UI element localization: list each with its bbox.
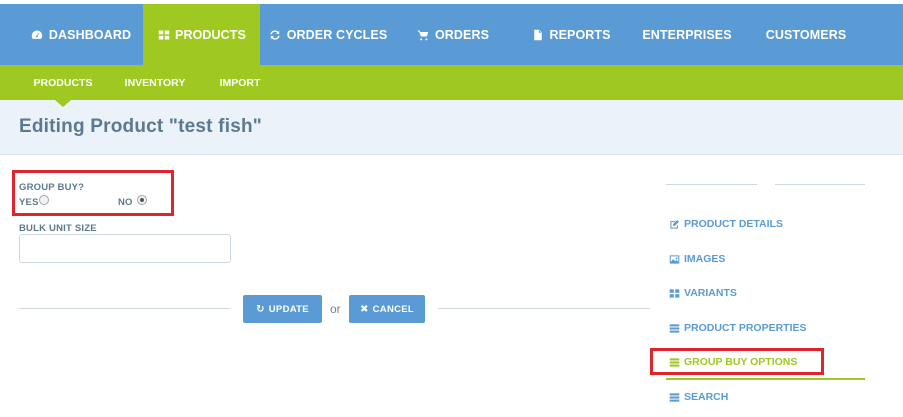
title-band: Editing Product "test fish" <box>0 100 903 155</box>
sidebar-item-variants[interactable]: VARIANTS <box>668 287 737 299</box>
group-buy-highlight <box>12 170 174 216</box>
nav-customers-label: CUSTOMERS <box>765 27 847 42</box>
sidebar-divider-2 <box>775 184 865 185</box>
refresh-icon <box>269 28 282 41</box>
sidebar-item-label: PRODUCT DETAILS <box>684 218 783 230</box>
nav-order-cycles[interactable]: ORDER CYCLES <box>262 4 394 65</box>
top-nav: DASHBOARD PRODUCTS ORDER CYCLES ORDERS R… <box>0 4 903 65</box>
list-icon <box>668 356 680 368</box>
sidebar-divider-1 <box>666 184 757 185</box>
file-icon <box>531 28 544 41</box>
group-buy-no-label: NO <box>118 197 133 208</box>
sidebar-item-search[interactable]: SEARCH <box>668 391 728 403</box>
grid-icon <box>668 287 680 299</box>
bulk-unit-size-label: BULK UNIT SIZE <box>19 223 97 234</box>
sub-nav: PRODUCTS INVENTORY IMPORT <box>0 65 903 100</box>
nav-reports[interactable]: REPORTS <box>512 4 630 65</box>
nav-dashboard-label: DASHBOARD <box>48 27 132 42</box>
cancel-button-label: CANCEL <box>372 303 415 315</box>
nav-products-label: PRODUCTS <box>175 27 246 42</box>
nav-reports-label: REPORTS <box>549 27 611 42</box>
subnav-products[interactable]: PRODUCTS <box>26 65 100 100</box>
group-buy-no-radio[interactable] <box>137 195 147 205</box>
nav-enterprises-label: ENTERPRISES <box>642 27 732 42</box>
list-icon <box>668 391 680 403</box>
subnav-import[interactable]: IMPORT <box>210 65 270 100</box>
sidebar-item-label: SEARCH <box>684 391 729 403</box>
group-buy-label: GROUP BUY? <box>19 182 85 193</box>
dashboard-icon <box>31 28 44 41</box>
sidebar-item-product-details[interactable]: PRODUCT DETAILS <box>668 218 783 230</box>
cancel-button[interactable]: ✖ CANCEL <box>349 295 425 323</box>
cart-icon <box>417 28 430 41</box>
subnav-import-label: IMPORT <box>219 76 261 89</box>
divider-right <box>438 308 650 309</box>
grid-icon <box>157 28 170 41</box>
group-buy-yes-radio[interactable] <box>39 195 49 205</box>
page-title: Editing Product "test fish" <box>19 116 262 137</box>
update-button-label: UPDATE <box>268 303 309 315</box>
sidebar-item-label: VARIANTS <box>684 287 737 299</box>
active-item-underline <box>666 378 865 380</box>
subnav-inventory-label: INVENTORY <box>124 76 186 89</box>
list-icon <box>668 322 680 334</box>
nav-customers[interactable]: CUSTOMERS <box>750 4 862 65</box>
edit-icon <box>668 218 680 230</box>
subnav-products-label: PRODUCTS <box>33 76 93 89</box>
sidebar-item-images[interactable]: IMAGES <box>668 253 725 265</box>
nav-enterprises[interactable]: ENTERPRISES <box>632 4 742 65</box>
group-buy-yes-label: YES <box>19 197 39 208</box>
nav-dashboard[interactable]: DASHBOARD <box>20 4 142 65</box>
nav-products[interactable]: PRODUCTS <box>143 4 260 65</box>
bulk-unit-size-input[interactable] <box>19 234 231 263</box>
sidebar-item-group-buy-options[interactable]: GROUP BUY OPTIONS <box>668 356 797 368</box>
subnav-inventory[interactable]: INVENTORY <box>118 65 192 100</box>
divider-left <box>19 308 230 309</box>
or-text: or <box>330 302 341 316</box>
sidebar-item-label: GROUP BUY OPTIONS <box>684 356 798 368</box>
picture-icon <box>668 253 680 265</box>
update-button[interactable]: ↻ UPDATE <box>243 295 322 323</box>
refresh-icon: ↻ <box>256 303 265 315</box>
active-tab-caret <box>55 100 71 107</box>
nav-order-cycles-label: ORDER CYCLES <box>286 27 388 42</box>
nav-orders-label: ORDERS <box>434 27 490 42</box>
sidebar-item-product-properties[interactable]: PRODUCT PROPERTIES <box>668 322 807 334</box>
sidebar-item-label: PRODUCT PROPERTIES <box>684 322 807 334</box>
nav-orders[interactable]: ORDERS <box>396 4 510 65</box>
close-icon: ✖ <box>359 303 369 315</box>
sidebar-item-label: IMAGES <box>684 253 726 265</box>
